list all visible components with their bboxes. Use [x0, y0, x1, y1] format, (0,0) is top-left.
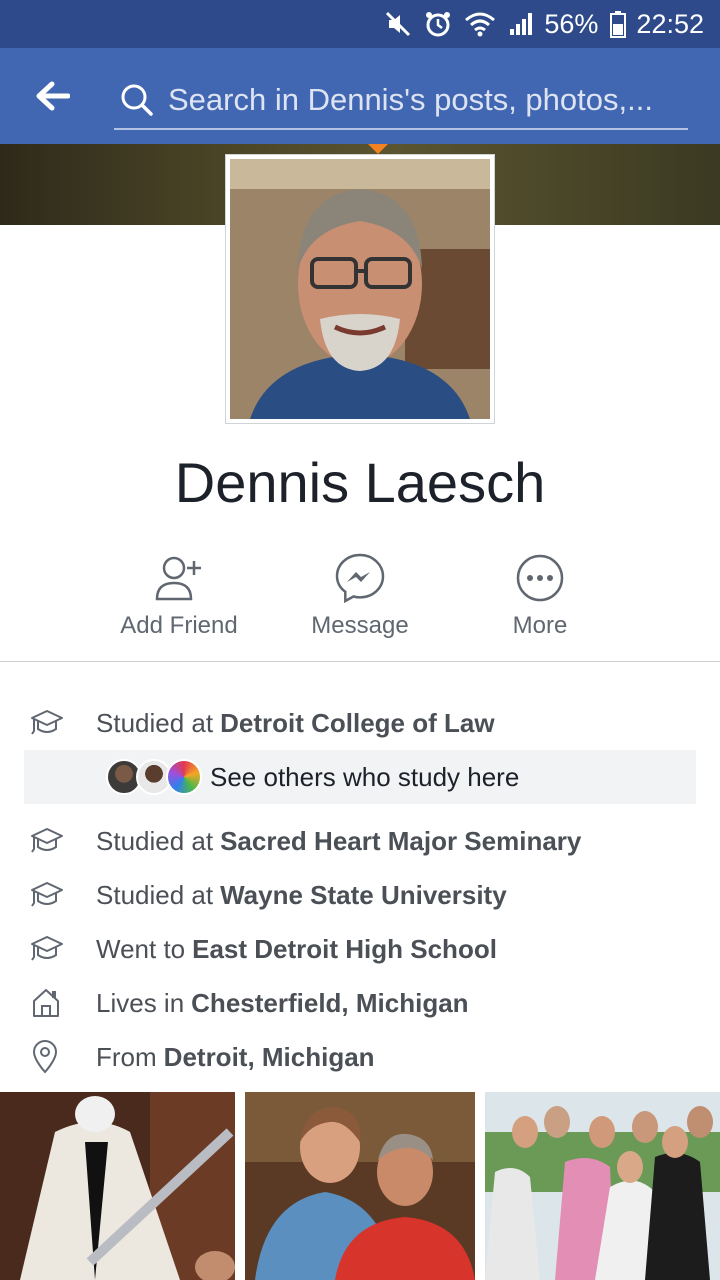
intro-value: East Detroit High School [192, 933, 497, 964]
battery-icon [610, 10, 627, 38]
intro-value: Chesterfield, Michigan [191, 987, 469, 1018]
intro-item-residence[interactable]: Lives in Chesterfield, Michigan [0, 980, 720, 1026]
profile-picture[interactable] [225, 154, 495, 424]
status-bar: 56% 22:52 [0, 0, 720, 48]
signal-icon [508, 11, 534, 37]
back-arrow-icon [36, 81, 70, 111]
search-input[interactable]: Search in Dennis's posts, photos,... [114, 72, 688, 130]
message-label: Message [311, 612, 409, 639]
profile-name: Dennis Laesch [174, 451, 546, 514]
graduation-cap-icon [0, 934, 96, 964]
graduation-cap-icon [0, 826, 96, 856]
photo-thumbnail[interactable] [0, 1092, 235, 1280]
intro-prefix: Studied at [96, 825, 214, 856]
photo-thumbnail[interactable] [485, 1092, 720, 1280]
graduation-cap-icon [0, 708, 96, 738]
intro-value: Sacred Heart Major Seminary [220, 825, 582, 856]
intro-item-education[interactable]: Studied at Detroit College of Law [0, 700, 720, 746]
intro-item-hometown[interactable]: From Detroit, Michigan [0, 1034, 720, 1080]
intro-prefix: Studied at [96, 879, 214, 910]
more-button[interactable]: More [450, 550, 630, 650]
cover-indicator [368, 144, 388, 154]
add-friend-label: Add Friend [120, 612, 238, 639]
avatar [166, 759, 202, 795]
intro-prefix: From [96, 1041, 157, 1072]
intro-prefix: Went to [96, 933, 186, 964]
intro-value: Wayne State University [220, 879, 507, 910]
see-others-button[interactable]: See others who study here [24, 750, 696, 804]
see-others-label: See others who study here [210, 761, 520, 792]
photo-thumbnail[interactable] [245, 1092, 475, 1280]
divider [0, 661, 720, 662]
graduation-cap-icon [0, 880, 96, 910]
intro-item-education[interactable]: Studied at Sacred Heart Major Seminary [0, 818, 720, 864]
messenger-icon [334, 550, 386, 606]
clock: 22:52 [636, 8, 704, 39]
home-icon [0, 987, 96, 1019]
add-friend-icon [154, 550, 204, 606]
add-friend-button[interactable]: Add Friend [89, 550, 269, 650]
location-pin-icon [0, 1040, 96, 1074]
more-icon [515, 550, 565, 606]
intro-item-education[interactable]: Went to East Detroit High School [0, 926, 720, 972]
back-button[interactable] [30, 76, 74, 116]
avatar-group [106, 759, 202, 795]
intro-value: Detroit College of Law [220, 707, 495, 738]
wifi-icon [464, 10, 496, 38]
intro-item-education[interactable]: Studied at Wayne State University [0, 872, 720, 918]
search-icon [120, 83, 154, 117]
more-label: More [512, 612, 568, 639]
message-button[interactable]: Message [270, 550, 450, 650]
intro-value: Detroit, Michigan [163, 1041, 375, 1072]
intro-prefix: Studied at [96, 707, 214, 738]
mute-icon [384, 10, 412, 38]
profile-photo [230, 159, 490, 419]
intro-prefix: Lives in [96, 987, 185, 1018]
alarm-icon [424, 10, 452, 38]
search-header: Search in Dennis's posts, photos,... [0, 48, 720, 144]
search-placeholder: Search in Dennis's posts, photos,... [168, 82, 653, 117]
battery-percent: 56% [544, 8, 599, 39]
